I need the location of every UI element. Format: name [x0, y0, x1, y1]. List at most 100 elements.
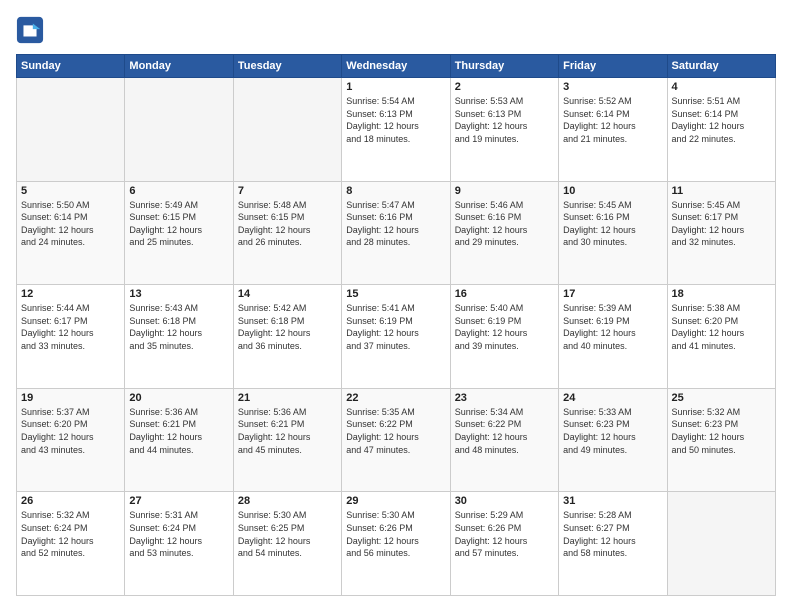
logo [16, 16, 46, 44]
day-number: 24 [563, 392, 662, 404]
weekday-header-monday: Monday [125, 55, 233, 78]
day-info: Sunrise: 5:35 AM Sunset: 6:22 PM Dayligh… [346, 406, 445, 456]
calendar-cell: 26 Sunrise: 5:32 AM Sunset: 6:24 PM Dayli… [17, 492, 125, 596]
calendar-week-row: 19Sunrise: 5:37 AM Sunset: 6:20 PM Dayli… [17, 388, 776, 492]
calendar-cell [17, 78, 125, 182]
calendar-cell: 2 Sunrise: 5:53 AM Sunset: 6:13 PM Daylig… [450, 78, 558, 182]
weekday-header-sunday: Sunday [17, 55, 125, 78]
day-info: Sunrise: 5:45 AM Sunset: 6:16 PM Dayligh… [563, 199, 662, 249]
calendar-cell: 16Sunrise: 5:40 AM Sunset: 6:19 PM Dayli… [450, 285, 558, 389]
calendar-cell: 14 Sunrise: 5:42 AM Sunset: 6:18 PM Dayli… [233, 285, 341, 389]
day-info: Sunrise: 5:31 AM Sunset: 6:24 PM Dayligh… [129, 509, 228, 559]
weekday-header-row: SundayMondayTuesdayWednesdayThursdayFrid… [17, 55, 776, 78]
day-number: 7 [238, 185, 337, 197]
header [16, 16, 776, 44]
day-info: Sunrise: 5:32 AM Sunset: 6:23 PM Dayligh… [672, 406, 771, 456]
day-number: 27 [129, 495, 228, 507]
calendar-cell: 27 Sunrise: 5:31 AM Sunset: 6:24 PM Dayli… [125, 492, 233, 596]
day-info: Sunrise: 5:28 AM Sunset: 6:27 PM Dayligh… [563, 509, 662, 559]
day-info: Sunrise: 5:50 AM Sunset: 6:14 PM Dayligh… [21, 199, 120, 249]
day-number: 3 [563, 81, 662, 93]
day-info: Sunrise: 5:36 AM Sunset: 6:21 PM Dayligh… [129, 406, 228, 456]
calendar-cell: 21 Sunrise: 5:36 AM Sunset: 6:21 PM Dayli… [233, 388, 341, 492]
day-info: Sunrise: 5:46 AM Sunset: 6:16 PM Dayligh… [455, 199, 554, 249]
calendar-cell: 19Sunrise: 5:37 AM Sunset: 6:20 PM Dayli… [17, 388, 125, 492]
day-number: 30 [455, 495, 554, 507]
day-info: Sunrise: 5:45 AM Sunset: 6:17 PM Dayligh… [672, 199, 771, 249]
day-info: Sunrise: 5:51 AM Sunset: 6:14 PM Dayligh… [672, 95, 771, 145]
calendar-cell: 17 Sunrise: 5:39 AM Sunset: 6:19 PM Dayli… [559, 285, 667, 389]
day-info: Sunrise: 5:52 AM Sunset: 6:14 PM Dayligh… [563, 95, 662, 145]
day-info: Sunrise: 5:41 AM Sunset: 6:19 PM Dayligh… [346, 302, 445, 352]
calendar-cell: 7 Sunrise: 5:48 AM Sunset: 6:15 PM Daylig… [233, 181, 341, 285]
day-info: Sunrise: 5:47 AM Sunset: 6:16 PM Dayligh… [346, 199, 445, 249]
logo-icon [16, 16, 44, 44]
calendar-cell: 1Sunrise: 5:54 AM Sunset: 6:13 PM Daylig… [342, 78, 450, 182]
calendar-cell: 18 Sunrise: 5:38 AM Sunset: 6:20 PM Dayli… [667, 285, 775, 389]
day-number: 10 [563, 185, 662, 197]
calendar-week-row: 1Sunrise: 5:54 AM Sunset: 6:13 PM Daylig… [17, 78, 776, 182]
day-number: 4 [672, 81, 771, 93]
day-info: Sunrise: 5:39 AM Sunset: 6:19 PM Dayligh… [563, 302, 662, 352]
calendar-cell: 24 Sunrise: 5:33 AM Sunset: 6:23 PM Dayli… [559, 388, 667, 492]
day-number: 15 [346, 288, 445, 300]
calendar-cell: 8 Sunrise: 5:47 AM Sunset: 6:16 PM Daylig… [342, 181, 450, 285]
day-info: Sunrise: 5:38 AM Sunset: 6:20 PM Dayligh… [672, 302, 771, 352]
calendar-cell: 4 Sunrise: 5:51 AM Sunset: 6:14 PM Daylig… [667, 78, 775, 182]
calendar-cell: 25 Sunrise: 5:32 AM Sunset: 6:23 PM Dayli… [667, 388, 775, 492]
calendar-header: SundayMondayTuesdayWednesdayThursdayFrid… [17, 55, 776, 78]
calendar-cell: 13Sunrise: 5:43 AM Sunset: 6:18 PM Dayli… [125, 285, 233, 389]
day-info: Sunrise: 5:42 AM Sunset: 6:18 PM Dayligh… [238, 302, 337, 352]
day-number: 14 [238, 288, 337, 300]
day-info: Sunrise: 5:32 AM Sunset: 6:24 PM Dayligh… [21, 509, 120, 559]
calendar-cell: 15 Sunrise: 5:41 AM Sunset: 6:19 PM Dayli… [342, 285, 450, 389]
calendar-cell: 23Sunrise: 5:34 AM Sunset: 6:22 PM Dayli… [450, 388, 558, 492]
calendar-cell: 29Sunrise: 5:30 AM Sunset: 6:26 PM Dayli… [342, 492, 450, 596]
calendar-cell: 11 Sunrise: 5:45 AM Sunset: 6:17 PM Dayli… [667, 181, 775, 285]
day-number: 1 [346, 81, 445, 93]
day-number: 11 [672, 185, 771, 197]
day-number: 28 [238, 495, 337, 507]
day-info: Sunrise: 5:30 AM Sunset: 6:25 PM Dayligh… [238, 509, 337, 559]
day-number: 26 [21, 495, 120, 507]
day-info: Sunrise: 5:53 AM Sunset: 6:13 PM Dayligh… [455, 95, 554, 145]
day-number: 13 [129, 288, 228, 300]
day-info: Sunrise: 5:33 AM Sunset: 6:23 PM Dayligh… [563, 406, 662, 456]
page: SundayMondayTuesdayWednesdayThursdayFrid… [0, 0, 792, 612]
day-number: 8 [346, 185, 445, 197]
day-info: Sunrise: 5:30 AM Sunset: 6:26 PM Dayligh… [346, 509, 445, 559]
calendar-cell: 31Sunrise: 5:28 AM Sunset: 6:27 PM Dayli… [559, 492, 667, 596]
calendar-body: 1Sunrise: 5:54 AM Sunset: 6:13 PM Daylig… [17, 78, 776, 596]
day-number: 9 [455, 185, 554, 197]
weekday-header-thursday: Thursday [450, 55, 558, 78]
calendar-cell: 6Sunrise: 5:49 AM Sunset: 6:15 PM Daylig… [125, 181, 233, 285]
calendar-cell: 5Sunrise: 5:50 AM Sunset: 6:14 PM Daylig… [17, 181, 125, 285]
calendar-cell [233, 78, 341, 182]
calendar-cell [125, 78, 233, 182]
weekday-header-tuesday: Tuesday [233, 55, 341, 78]
day-number: 2 [455, 81, 554, 93]
day-info: Sunrise: 5:36 AM Sunset: 6:21 PM Dayligh… [238, 406, 337, 456]
day-info: Sunrise: 5:49 AM Sunset: 6:15 PM Dayligh… [129, 199, 228, 249]
calendar-cell: 22 Sunrise: 5:35 AM Sunset: 6:22 PM Dayli… [342, 388, 450, 492]
day-number: 25 [672, 392, 771, 404]
calendar-cell: 9 Sunrise: 5:46 AM Sunset: 6:16 PM Daylig… [450, 181, 558, 285]
calendar-table: SundayMondayTuesdayWednesdayThursdayFrid… [16, 54, 776, 596]
day-number: 23 [455, 392, 554, 404]
day-number: 12 [21, 288, 120, 300]
day-info: Sunrise: 5:44 AM Sunset: 6:17 PM Dayligh… [21, 302, 120, 352]
calendar-cell: 30Sunrise: 5:29 AM Sunset: 6:26 PM Dayli… [450, 492, 558, 596]
calendar-cell: 20 Sunrise: 5:36 AM Sunset: 6:21 PM Dayli… [125, 388, 233, 492]
day-number: 21 [238, 392, 337, 404]
day-number: 18 [672, 288, 771, 300]
weekday-header-saturday: Saturday [667, 55, 775, 78]
day-number: 22 [346, 392, 445, 404]
day-info: Sunrise: 5:48 AM Sunset: 6:15 PM Dayligh… [238, 199, 337, 249]
calendar-week-row: 5Sunrise: 5:50 AM Sunset: 6:14 PM Daylig… [17, 181, 776, 285]
calendar-cell: 10 Sunrise: 5:45 AM Sunset: 6:16 PM Dayli… [559, 181, 667, 285]
calendar-cell [667, 492, 775, 596]
calendar-week-row: 26 Sunrise: 5:32 AM Sunset: 6:24 PM Dayli… [17, 492, 776, 596]
day-number: 17 [563, 288, 662, 300]
day-number: 16 [455, 288, 554, 300]
day-number: 20 [129, 392, 228, 404]
